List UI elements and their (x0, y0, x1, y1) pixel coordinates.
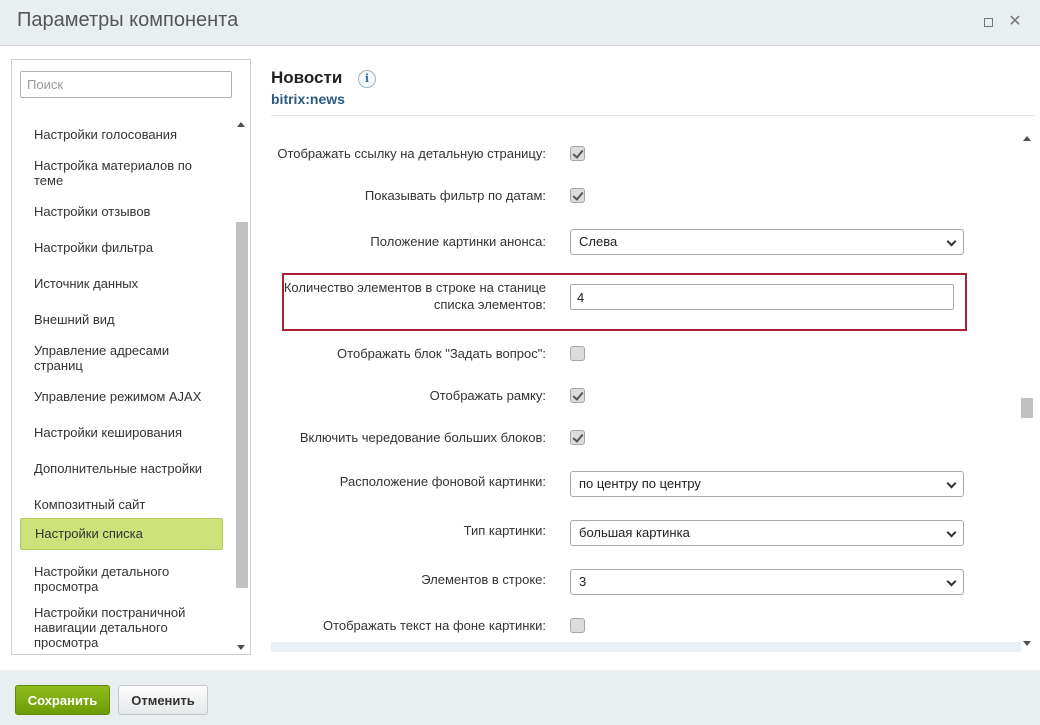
params-scrollbar[interactable] (1020, 132, 1034, 650)
sidebar-item-voting[interactable]: Настройки голосования (20, 127, 223, 142)
sidebar-item-related-materials[interactable]: Настройка материалов по теме (20, 158, 223, 188)
sidebar-item-additional[interactable]: Дополнительные настройки (20, 461, 223, 476)
bottom-band (271, 642, 1021, 652)
param-label: Отображать блок "Задать вопрос": (337, 346, 546, 361)
sidebar-item-detail-view[interactable]: Настройки детального просмотра (20, 564, 223, 594)
param-label: Отображать текст на фоне картинки: (322, 618, 546, 633)
maximize-icon[interactable] (979, 13, 997, 31)
sidebar-item-caching[interactable]: Настройки кеширования (20, 425, 223, 440)
date-filter-checkbox[interactable] (570, 188, 585, 203)
scroll-up-icon[interactable] (237, 122, 245, 127)
component-code: bitrix:news (271, 91, 345, 107)
sidebar-item-detail-pagination[interactable]: Настройки постраничной навигации детальн… (20, 605, 223, 650)
show-frame-checkbox[interactable] (570, 388, 585, 403)
sidebar-item-reviews[interactable]: Настройки отзывов (20, 204, 223, 219)
chevron-down-icon (946, 478, 957, 489)
select-value: большая картинка (579, 525, 690, 540)
param-label: Отображать ссылку на детальную страницу: (277, 146, 546, 161)
sidebar-item-filter[interactable]: Настройки фильтра (20, 240, 223, 255)
alternate-large-blocks-checkbox[interactable] (570, 430, 585, 445)
params-pane: Отображать ссылку на детальную страницу:… (271, 132, 1021, 652)
sidebar-item-data-source[interactable]: Источник данных (20, 276, 223, 291)
sidebar: Настройки голосования Настройка материал… (11, 59, 251, 655)
param-label: Показывать фильтр по датам: (364, 188, 546, 203)
window-titlebar: Параметры компонента ✕ (0, 0, 1040, 46)
scroll-up-icon[interactable] (1023, 136, 1031, 141)
param-label: Расположение фоновой картинки: (339, 474, 546, 489)
param-label: Положение картинки анонса: (370, 234, 546, 249)
chevron-down-icon (946, 236, 957, 247)
select-value: Слева (579, 234, 618, 249)
cancel-button[interactable]: Отменить (118, 685, 208, 715)
dialog-footer: Сохранить Отменить (0, 670, 1040, 725)
param-label: Элементов в строке: (421, 572, 546, 587)
param-label: Тип картинки: (463, 523, 546, 538)
image-type-select[interactable]: большая картинка (570, 520, 964, 546)
sidebar-item-composite[interactable]: Композитный сайт (20, 497, 223, 512)
header-divider (271, 115, 1035, 116)
chevron-down-icon (946, 576, 957, 587)
sidebar-item-appearance[interactable]: Внешний вид (20, 312, 223, 327)
scroll-down-icon[interactable] (237, 645, 245, 650)
select-value: по центру по центру (579, 476, 701, 491)
elements-in-row-select[interactable]: 3 (570, 569, 964, 595)
sidebar-scrollbar[interactable] (234, 118, 248, 654)
save-button[interactable]: Сохранить (15, 685, 110, 715)
component-title: Новости (271, 68, 343, 87)
dialog-content: Настройки голосования Настройка материал… (0, 46, 1040, 670)
chevron-down-icon (946, 527, 957, 538)
ask-question-block-checkbox[interactable] (570, 346, 585, 361)
param-label: Отображать рамку: (429, 388, 546, 403)
show-detail-link-checkbox[interactable] (570, 146, 585, 161)
elements-per-row-input[interactable] (570, 284, 954, 310)
background-position-select[interactable]: по центру по центру (570, 471, 964, 497)
scrollbar-thumb[interactable] (236, 222, 248, 588)
close-icon[interactable]: ✕ (1006, 13, 1024, 31)
sidebar-item-page-addresses[interactable]: Управление адресами страниц (20, 343, 223, 373)
scrollbar-thumb[interactable] (1021, 398, 1033, 418)
preview-image-position-select[interactable]: Слева (570, 229, 964, 255)
scroll-down-icon[interactable] (1023, 641, 1031, 646)
window-title: Параметры компонента (17, 9, 239, 31)
sidebar-item-list-settings[interactable]: Настройки списка (20, 518, 223, 550)
select-value: 3 (579, 574, 587, 589)
sidebar-item-ajax[interactable]: Управление режимом AJAX (20, 389, 223, 404)
text-on-image-checkbox[interactable] (570, 618, 585, 633)
param-label: Количество элементов в строке на станице… (283, 280, 546, 312)
search-input[interactable] (20, 71, 232, 98)
info-icon[interactable]: i (358, 70, 376, 88)
param-label: Включить чередование больших блоков: (299, 430, 546, 445)
